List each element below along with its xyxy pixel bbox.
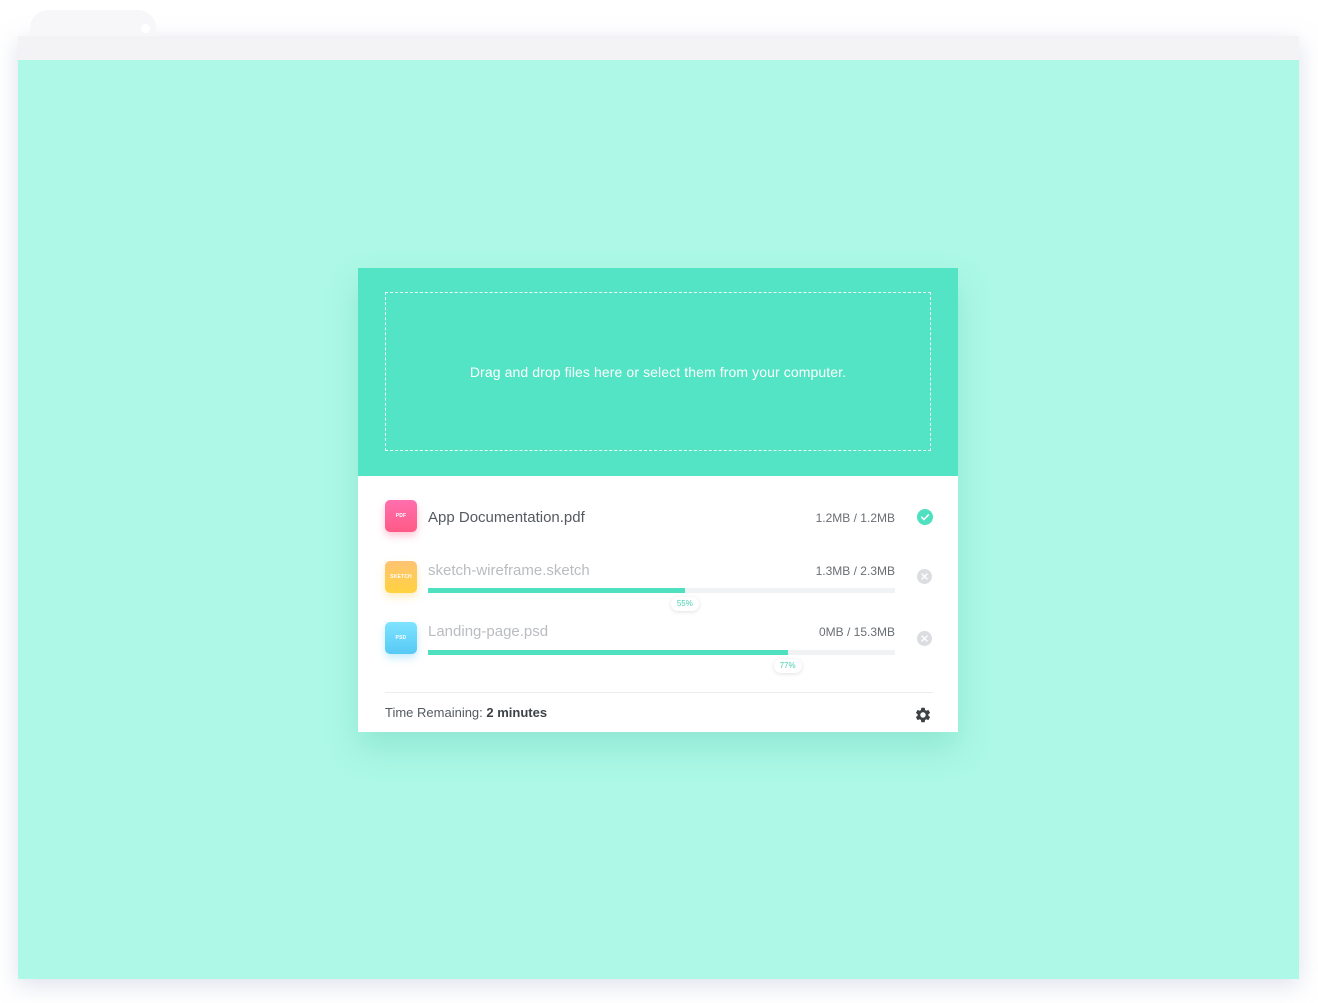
file-row-psd: PSD Landing-page.psd 0MB / 15.3MB 77%: [385, 622, 933, 678]
file-name: App Documentation.pdf: [428, 509, 585, 526]
progress-bar: 77%: [428, 650, 895, 673]
file-size: 1.2MB / 1.2MB: [815, 511, 895, 525]
sketch-file-icon: SKETCH: [385, 561, 417, 593]
file-name: Landing-page.psd: [428, 623, 549, 640]
time-remaining-value: 2 minutes: [486, 705, 548, 720]
file-row-sketch: SKETCH sketch-wireframe.sketch 1.3MB / 2…: [385, 561, 933, 617]
tab-dot-icon: [141, 24, 150, 33]
upload-card: Drag and drop files here or select them …: [358, 268, 958, 732]
close-circle-icon[interactable]: [917, 631, 932, 646]
drop-zone[interactable]: Drag and drop files here or select them …: [385, 292, 931, 451]
file-type-label: PSD: [395, 635, 407, 641]
file-size: 0MB / 15.3MB: [818, 625, 895, 639]
pdf-file-icon: PDF: [385, 500, 417, 532]
file-type-label: PDF: [395, 513, 407, 519]
close-circle-icon[interactable]: [917, 569, 932, 584]
progress-bar: 55%: [428, 588, 895, 611]
progress-badge: 77%: [773, 659, 802, 673]
time-remaining-label: Time Remaining:: [385, 705, 487, 720]
file-name: sketch-wireframe.sketch: [428, 562, 590, 579]
file-type-label: SKETCH: [390, 574, 412, 580]
progress-fill: [428, 588, 685, 593]
footer-divider: [385, 692, 933, 693]
browser-toolbar: [18, 36, 1299, 60]
file-row-pdf: PDF App Documentation.pdf 1.2MB / 1.2MB: [385, 500, 933, 536]
file-size: 1.3MB / 2.3MB: [815, 564, 895, 578]
progress-fill: [428, 650, 788, 655]
psd-file-icon: PSD: [385, 622, 417, 654]
drop-area: Drag and drop files here or select them …: [358, 268, 958, 476]
gear-icon[interactable]: [914, 706, 932, 724]
check-circle-icon: [917, 509, 933, 525]
drop-instructions: Drag and drop files here or select them …: [469, 363, 847, 380]
time-remaining: Time Remaining: 2 minutes: [385, 705, 547, 720]
progress-badge: 55%: [670, 597, 699, 611]
